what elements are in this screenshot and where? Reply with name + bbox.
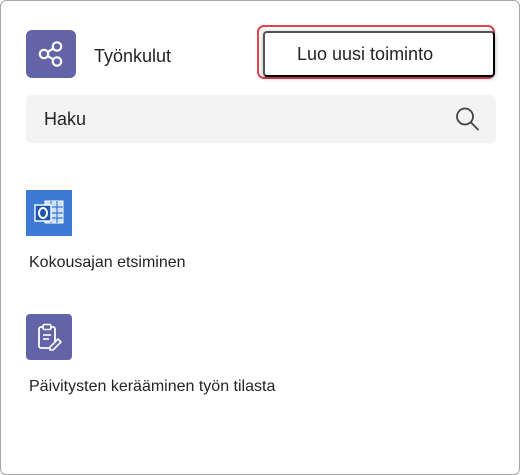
- workflow-label-find-meeting-time[interactable]: Kokousajan etsiminen: [29, 253, 186, 273]
- page-title: Työnkulut: [94, 46, 172, 66]
- create-new-action-button[interactable]: Luo uusi toiminto: [263, 31, 495, 77]
- search-input[interactable]: [44, 95, 444, 143]
- search-icon[interactable]: [454, 106, 480, 132]
- clipboard-edit-icon[interactable]: [26, 314, 72, 360]
- share-nodes-icon: [26, 30, 76, 78]
- outlook-calendar-icon[interactable]: [26, 190, 72, 236]
- workflows-panel: Työnkulut Luo uusi toiminto Kokousajan e…: [0, 0, 520, 475]
- workflow-label-collect-status-updates[interactable]: Päivitysten kerääminen työn tilasta: [29, 377, 275, 397]
- search-box[interactable]: [26, 95, 496, 143]
